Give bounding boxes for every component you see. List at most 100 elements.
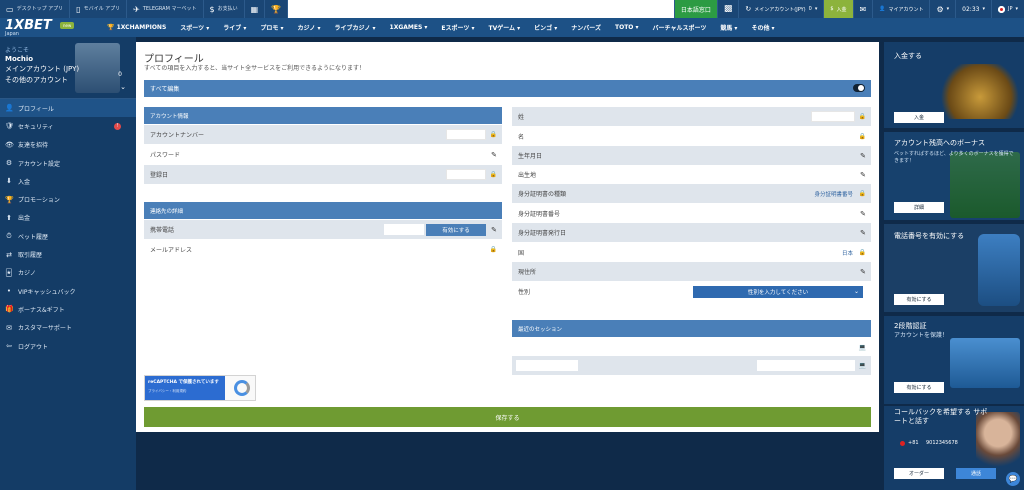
id-number-row[interactable]: 身分証明書番号 ✎ xyxy=(512,204,871,223)
pencil-icon[interactable]: ✎ xyxy=(860,268,866,276)
edit-all-label: すべて編集 xyxy=(150,86,180,93)
japan-flag-icon xyxy=(900,440,905,446)
address-row[interactable]: 現住所 ✎ xyxy=(512,262,871,281)
nav-item-promo[interactable]: プロモ ▾ xyxy=(253,23,290,32)
nav-item-tv-games[interactable]: TVゲーム ▾ xyxy=(482,23,528,32)
qr-button[interactable]: ▩ xyxy=(716,0,739,18)
sidebar-item-security[interactable]: 🛡 セキュリティ! xyxy=(0,117,136,135)
sidebar-item-promotions[interactable]: 🏆 プロモーション xyxy=(0,190,136,208)
recaptcha-badge[interactable]: reCAPTCHA で保護されています プライバシー・利用規約 xyxy=(144,375,256,401)
nav-label: スポーツ xyxy=(180,25,205,32)
birth-date-row[interactable]: 生年月日 ✎ xyxy=(512,146,871,165)
chat-bubble-icon[interactable]: 💬 xyxy=(1006,472,1020,486)
nav-item-esports[interactable]: Eスポーツ ▾ xyxy=(434,23,481,32)
eye-icon: 👁 xyxy=(5,140,14,149)
nav-label: TOTO xyxy=(615,24,634,31)
sidebar-item-invite[interactable]: 👁 友達を招待 xyxy=(0,136,136,154)
desktop-app-link[interactable]: ▭ デスクトップ アプリ xyxy=(0,0,71,18)
sidebar-item-deposit[interactable]: ⬇ 入金 xyxy=(0,172,136,190)
other-accounts-link[interactable]: その他のアカウント xyxy=(5,75,131,85)
sidebar-item-profile[interactable]: 👤 プロフィール xyxy=(0,99,136,118)
sidebar-item-bonus-gifts[interactable]: 🎁 ボーナス&ギフト xyxy=(0,300,136,318)
birth-place-row[interactable]: 出生地 ✎ xyxy=(512,165,871,184)
bonus-card-button[interactable]: 詳細 xyxy=(894,202,944,213)
upload-icon: ⬆ xyxy=(6,213,12,222)
gear-icon: ⚙ xyxy=(936,4,944,14)
stats-link[interactable]: ▦ xyxy=(245,0,266,18)
nav-item-1xchampions[interactable]: 🏆 1XCHAMPIONS xyxy=(100,24,173,31)
phone-code-selector[interactable]: +81 xyxy=(900,440,919,446)
address-label: 現住所 xyxy=(518,269,537,276)
settings-button[interactable]: ⚙ ▾ xyxy=(929,0,955,18)
sidebar-item-logout[interactable]: ⇦ ログアウト xyxy=(0,337,136,355)
chevron-down-icon[interactable]: ⌄ xyxy=(120,83,126,91)
chevron-down-icon: ▾ xyxy=(982,6,985,12)
nav-item-sports[interactable]: スポーツ ▾ xyxy=(173,23,216,32)
main-account-dropdown[interactable]: ↻ メインアカウント(JPY) 0 ▾ xyxy=(738,0,823,18)
password-label: パスワード xyxy=(150,152,181,159)
trophy-link[interactable]: 🏆 xyxy=(265,0,289,18)
sidebar-item-support[interactable]: ✉ カスタマーサポート xyxy=(0,319,136,337)
sidebar-item-account-settings[interactable]: ⚙ アカウント設定 xyxy=(0,154,136,172)
phone-enable-button[interactable]: 有効にする xyxy=(426,223,486,236)
nav-item-bingo[interactable]: ビンゴ ▾ xyxy=(527,23,564,32)
chevron-down-icon: ▾ xyxy=(814,6,818,12)
registration-date-field xyxy=(446,169,486,180)
japan-office-button[interactable]: 日本語窓口 xyxy=(673,0,717,18)
nav-item-live-casino[interactable]: ライブカジノ ▾ xyxy=(328,23,383,32)
id-number-label: 身分証明書番号 xyxy=(518,211,561,218)
language-selector[interactable]: JP ▾ xyxy=(990,0,1024,18)
sidebar-item-label: 友達を招待 xyxy=(18,142,49,150)
nav-item-live[interactable]: ライブ ▾ xyxy=(216,23,253,32)
pencil-icon[interactable]: ✎ xyxy=(860,210,866,218)
messages-button[interactable]: ✉ xyxy=(852,0,873,18)
gender-select[interactable]: 性別を入力してください ⌄ xyxy=(693,285,863,298)
nav-item-more[interactable]: その他 ▾ xyxy=(744,23,781,32)
callback-call-button[interactable]: 通話 xyxy=(956,468,996,479)
nav-item-toto[interactable]: TOTO ▾ xyxy=(608,24,646,31)
sidebar-item-transactions[interactable]: ⇄ 取引履歴 xyxy=(0,245,136,263)
edit-all-toggle[interactable] xyxy=(853,84,865,92)
callback-order-button[interactable]: オーダー xyxy=(894,468,944,479)
nav-item-1xgames[interactable]: 1XGAMES ▾ xyxy=(383,24,435,31)
telegram-link[interactable]: ✈ TELEGRAM マーベット xyxy=(127,0,204,18)
twofa-card-title: 2段階認証 xyxy=(894,322,927,330)
nav-item-numbers[interactable]: ナンバーズ xyxy=(564,23,608,32)
phone-card-button[interactable]: 有効にする xyxy=(894,294,944,305)
twofa-card-button[interactable]: 有効にする xyxy=(894,382,944,393)
sidebar-item-withdraw[interactable]: ⬆ 出金 xyxy=(0,209,136,227)
sidebar-item-casino[interactable]: 🃏 カジノ xyxy=(0,264,136,282)
sidebar-item-vip-cashback[interactable]: • VIPキャッシュバック xyxy=(0,282,136,300)
payment-link[interactable]: $ お支払い xyxy=(204,0,245,18)
profile-panel: プロフィール すべての項目を入力すると、当サイト全サービスをご利用できるようにな… xyxy=(136,42,879,432)
sidebar-item-bet-history[interactable]: ⏱ ベット履歴 xyxy=(0,227,136,245)
phone-field[interactable] xyxy=(384,224,424,235)
id-type-value: 身分証明書番号 xyxy=(814,191,853,198)
pencil-icon[interactable]: ✎ xyxy=(491,226,497,234)
pencil-icon[interactable]: ✎ xyxy=(491,151,497,159)
trophy-icon: 🏆 xyxy=(271,4,282,14)
sessions-header: 最近のセッション xyxy=(512,320,871,337)
treasure-chest-image xyxy=(940,64,1020,119)
sidebar-item-label: 取引履歴 xyxy=(18,252,43,260)
deposit-button[interactable]: $ 入金 xyxy=(823,0,853,18)
brand-logo[interactable]: 1XBET Japan new xyxy=(0,18,100,37)
download-icon: ⬇ xyxy=(6,177,12,186)
gear-icon: ⚙ xyxy=(5,159,13,168)
mobile-app-link[interactable]: ▯ モバイル アプリ xyxy=(70,0,128,18)
lock-icon: 🔒 xyxy=(489,171,497,178)
pencil-icon[interactable]: ✎ xyxy=(860,152,866,160)
pencil-icon[interactable]: ✎ xyxy=(860,171,866,179)
nav-item-virtual-sports[interactable]: バーチャルスポーツ xyxy=(646,23,714,32)
save-button[interactable]: 保存する xyxy=(144,407,871,427)
call-label: 通話 xyxy=(970,471,981,477)
nav-item-casino[interactable]: カジノ ▾ xyxy=(291,23,328,32)
mail-icon: ✉ xyxy=(859,4,867,14)
pencil-icon[interactable]: ✎ xyxy=(860,229,866,237)
callback-phone-input[interactable]: 9012345678 xyxy=(926,440,958,446)
password-row[interactable]: パスワード ✎ xyxy=(144,145,502,164)
nav-item-horse-racing[interactable]: 競馬 ▾ xyxy=(713,23,744,32)
deposit-card-button[interactable]: 入金 xyxy=(894,112,944,123)
id-issue-date-row[interactable]: 身分証明書発行日 ✎ xyxy=(512,223,871,242)
my-account-button[interactable]: 👤 マイアカウント xyxy=(872,0,929,18)
